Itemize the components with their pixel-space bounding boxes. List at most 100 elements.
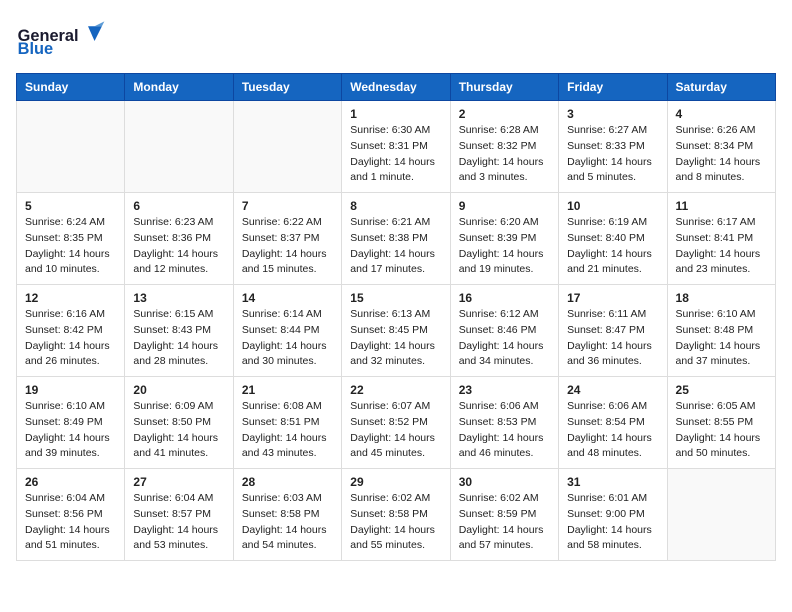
- day-number: 19: [25, 383, 116, 397]
- cell-line: Sunrise: 6:08 AM: [242, 400, 322, 412]
- cell-line: Daylight: 14 hours: [676, 248, 761, 260]
- weekday-header-friday: Friday: [559, 74, 667, 101]
- cell-line: Sunrise: 6:27 AM: [567, 124, 647, 136]
- cell-line: Sunset: 8:33 PM: [567, 140, 645, 152]
- cell-line: Sunset: 8:49 PM: [25, 416, 103, 428]
- calendar-cell: 22Sunrise: 6:07 AMSunset: 8:52 PMDayligh…: [342, 377, 450, 469]
- cell-info: Sunrise: 6:02 AMSunset: 8:58 PMDaylight:…: [350, 491, 441, 554]
- cell-line: Sunrise: 6:11 AM: [567, 308, 646, 320]
- cell-line: Sunset: 8:59 PM: [459, 508, 537, 520]
- calendar-cell: 30Sunrise: 6:02 AMSunset: 8:59 PMDayligh…: [450, 469, 558, 561]
- calendar-week-5: 26Sunrise: 6:04 AMSunset: 8:56 PMDayligh…: [17, 469, 776, 561]
- cell-line: Daylight: 14 hours: [133, 340, 218, 352]
- cell-line: Sunset: 8:38 PM: [350, 232, 428, 244]
- cell-line: Sunset: 8:42 PM: [25, 324, 103, 336]
- cell-line: and 53 minutes.: [133, 539, 208, 551]
- cell-info: Sunrise: 6:05 AMSunset: 8:55 PMDaylight:…: [676, 399, 767, 462]
- cell-line: Sunset: 8:50 PM: [133, 416, 211, 428]
- cell-line: Sunrise: 6:05 AM: [676, 400, 756, 412]
- cell-line: Daylight: 14 hours: [25, 524, 110, 536]
- calendar-cell: 11 Sunrise: 6:17 AM Sunset: 8:41 PM Dayligh…: [667, 193, 775, 285]
- cell-line: Sunset: 8:51 PM: [242, 416, 320, 428]
- calendar-cell: 7Sunrise: 6:22 AMSunset: 8:37 PMDaylight…: [233, 193, 341, 285]
- cell-line: Sunrise: 6:28 AM: [459, 124, 539, 136]
- cell-info: Sunrise: 6:04 AMSunset: 8:56 PMDaylight:…: [25, 491, 116, 554]
- weekday-header-thursday: Thursday: [450, 74, 558, 101]
- cell-line: Daylight: 14 hours: [459, 432, 544, 444]
- cell-line: Daylight: 14 hours: [133, 248, 218, 260]
- cell-line: Sunset: 8:35 PM: [25, 232, 103, 244]
- cell-line: Sunrise: 6:03 AM: [242, 492, 322, 504]
- cell-line: Sunset: 8:32 PM: [459, 140, 537, 152]
- day-number: 1: [350, 107, 441, 121]
- cell-line: and 12 minutes.: [133, 263, 208, 275]
- cell-line: Sunset: 8:57 PM: [133, 508, 211, 520]
- cell-line: and 37 minutes.: [676, 355, 751, 367]
- cell-line: Sunrise: 6:24 AM: [25, 216, 105, 228]
- cell-info: Sunrise: 6:06 AMSunset: 8:54 PMDaylight:…: [567, 399, 658, 462]
- cell-line: Sunrise: 6:17 AM: [676, 216, 756, 228]
- calendar-week-4: 19 Sunrise: 6:10 AMSunset: 8:49 PMDayligh…: [17, 377, 776, 469]
- cell-info: Sunrise: 6:09 AMSunset: 8:50 PMDaylight:…: [133, 399, 224, 462]
- cell-line: and 8 minutes.: [676, 171, 745, 183]
- cell-line: Daylight: 14 hours: [350, 156, 435, 168]
- cell-line: and 39 minutes.: [25, 447, 100, 459]
- cell-line: and 15 minutes.: [242, 263, 317, 275]
- day-number: 17: [567, 291, 658, 305]
- cell-line: and 21 minutes.: [567, 263, 642, 275]
- cell-info: Sunrise: 6:13 AMSunset: 8:45 PMDaylight:…: [350, 307, 441, 370]
- calendar-cell: 29 Sunrise: 6:02 AMSunset: 8:58 PMDayligh…: [342, 469, 450, 561]
- day-number: 7: [242, 199, 333, 213]
- cell-line: Sunset: 8:41 PM: [676, 232, 754, 244]
- cell-info: Sunrise: 6:10 AMSunset: 8:49 PMDaylight:…: [25, 399, 116, 462]
- cell-line: and 19 minutes.: [459, 263, 534, 275]
- calendar-cell: 1Sunrise: 6:30 AMSunset: 8:31 PMDaylight…: [342, 101, 450, 193]
- cell-info: Sunrise: 6:17 AM Sunset: 8:41 PM Daylight:…: [676, 215, 767, 278]
- cell-line: Daylight: 14 hours: [459, 248, 544, 260]
- cell-line: Sunset: 8:52 PM: [350, 416, 428, 428]
- weekday-header-tuesday: Tuesday: [233, 74, 341, 101]
- cell-line: Daylight: 14 hours: [242, 340, 327, 352]
- cell-line: Sunset: 8:31 PM: [350, 140, 428, 152]
- calendar-cell: 28Sunrise: 6:03 AMSunset: 8:58 PMDayligh…: [233, 469, 341, 561]
- cell-line: Daylight: 14 hours: [567, 432, 652, 444]
- cell-info: Sunrise: 6:24 AMSunset: 8:35 PMDaylight:…: [25, 215, 116, 278]
- cell-line: Daylight: 14 hours: [567, 524, 652, 536]
- cell-info: Sunrise: 6:04 AMSunset: 8:57 PMDaylight:…: [133, 491, 224, 554]
- cell-line: Daylight: 14 hours: [25, 340, 110, 352]
- calendar-header: SundayMondayTuesdayWednesdayThursdayFrid…: [17, 74, 776, 101]
- day-number: 30: [459, 475, 550, 489]
- cell-line: Sunset: 8:45 PM: [350, 324, 428, 336]
- day-number: 22: [350, 383, 441, 397]
- calendar-cell: 8Sunrise: 6:21 AMSunset: 8:38 PMDaylight…: [342, 193, 450, 285]
- day-number: 29: [350, 475, 441, 489]
- calendar-cell: 19 Sunrise: 6:10 AMSunset: 8:49 PMDayligh…: [17, 377, 125, 469]
- day-number: 9: [459, 199, 550, 213]
- day-number: 3: [567, 107, 658, 121]
- cell-line: Sunrise: 6:09 AM: [133, 400, 213, 412]
- page-header: General Blue: [16, 16, 776, 61]
- cell-line: and 51 minutes.: [25, 539, 100, 551]
- cell-line: Sunset: 8:39 PM: [459, 232, 537, 244]
- calendar-cell: 3Sunrise: 6:27 AMSunset: 8:33 PMDaylight…: [559, 101, 667, 193]
- calendar-week-2: 5Sunrise: 6:24 AMSunset: 8:35 PMDaylight…: [17, 193, 776, 285]
- cell-line: and 36 minutes.: [567, 355, 642, 367]
- cell-line: Daylight: 14 hours: [676, 432, 761, 444]
- cell-line: Sunrise: 6:06 AM: [459, 400, 539, 412]
- calendar-cell: 21Sunrise: 6:08 AMSunset: 8:51 PMDayligh…: [233, 377, 341, 469]
- logo: General Blue: [16, 16, 106, 61]
- day-number: 13: [133, 291, 224, 305]
- cell-line: Sunset: 8:47 PM: [567, 324, 645, 336]
- calendar-cell: 4Sunrise: 6:26 AMSunset: 8:34 PMDaylight…: [667, 101, 775, 193]
- weekday-header-monday: Monday: [125, 74, 233, 101]
- cell-line: and 55 minutes.: [350, 539, 425, 551]
- cell-info: Sunrise: 6:15 AMSunset: 8:43 PMDaylight:…: [133, 307, 224, 370]
- cell-line: Sunset: 8:43 PM: [133, 324, 211, 336]
- cell-line: Daylight: 14 hours: [350, 340, 435, 352]
- weekday-header-row: SundayMondayTuesdayWednesdayThursdayFrid…: [17, 74, 776, 101]
- day-number: 27: [133, 475, 224, 489]
- cell-info: Sunrise: 6:11 AMSunset: 8:47 PMDaylight:…: [567, 307, 658, 370]
- calendar-week-1: 1Sunrise: 6:30 AMSunset: 8:31 PMDaylight…: [17, 101, 776, 193]
- day-number: 11: [676, 199, 767, 213]
- cell-info: Sunrise: 6:19 AMSunset: 8:40 PMDaylight:…: [567, 215, 658, 278]
